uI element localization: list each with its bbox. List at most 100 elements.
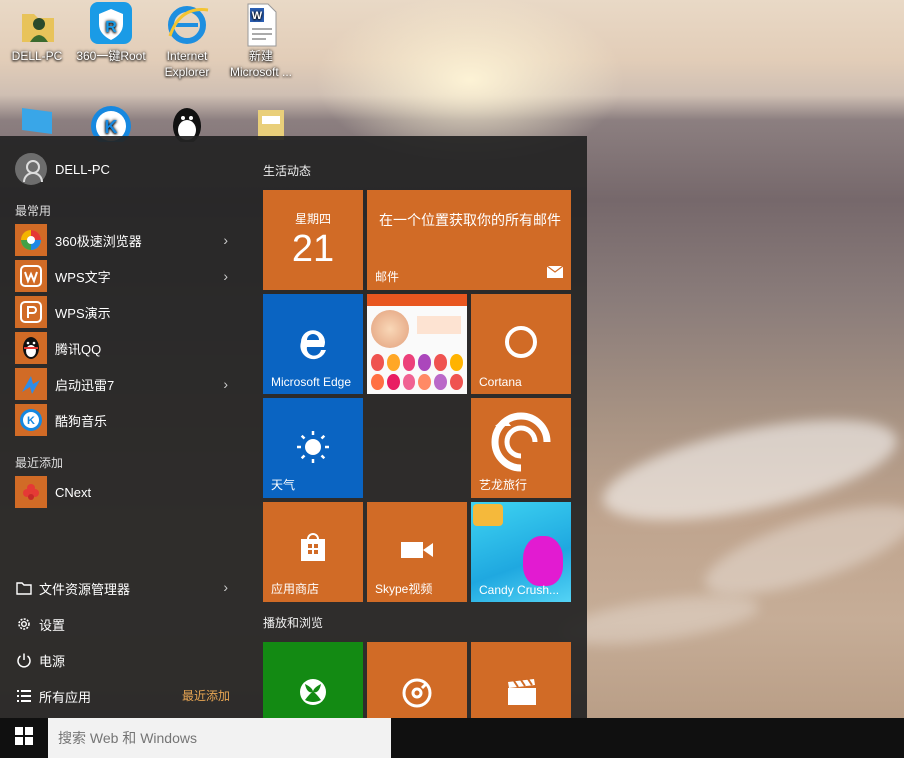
gear-icon: [15, 615, 33, 633]
mail-tile-text: 在一个位置获取你的所有邮件: [379, 212, 561, 228]
chevron-right-icon[interactable]: ›: [223, 232, 228, 248]
tile-label: 天气: [271, 478, 296, 492]
chevron-right-icon[interactable]: ›: [223, 376, 228, 392]
app-item-qq[interactable]: 腾讯QQ: [15, 332, 230, 364]
settings-button[interactable]: 设置: [15, 612, 230, 636]
tile-movies[interactable]: [471, 642, 571, 718]
app-item-360-browser[interactable]: 360极速浏览器 ›: [15, 224, 230, 256]
desktop-icon-label: 新建 Microsoft ...: [229, 49, 292, 79]
app-label: 酷狗音乐: [55, 413, 108, 429]
tile-label: Cortana: [479, 375, 522, 389]
taskbar: [0, 718, 904, 758]
power-button[interactable]: 电源: [15, 648, 230, 672]
chevron-right-icon[interactable]: ›: [223, 579, 228, 595]
gummy-bear-image: [523, 536, 563, 586]
most-used-heading: 最常用: [15, 204, 52, 218]
tile-cortana[interactable]: Cortana: [471, 294, 571, 394]
tile-label: Skype视频: [375, 582, 433, 596]
desktop-icon-360-root[interactable]: R 360一键Root: [74, 0, 148, 64]
tile-music[interactable]: [367, 642, 467, 718]
tile-mail[interactable]: 在一个位置获取你的所有邮件 邮件: [367, 190, 571, 290]
tile-xbox[interactable]: [263, 642, 363, 718]
desktop-icon-label: DELL-PC: [11, 49, 63, 63]
start-menu-left-pane: DELL-PC 最常用 360极速浏览器 › WPS文字 › WPS演示 腾讯Q…: [0, 136, 245, 718]
app-item-wps-writer[interactable]: WPS文字 ›: [15, 260, 230, 292]
chevron-right-icon[interactable]: ›: [223, 268, 228, 284]
wallpaper-wave: [558, 586, 762, 654]
desktop-icon-label: Internet Explorer: [164, 49, 210, 79]
app-item-thunder[interactable]: 启动迅雷7 ›: [15, 368, 230, 400]
tile-label: 应用商店: [271, 582, 320, 596]
svg-text:K: K: [105, 117, 118, 137]
store-bag-icon: [299, 532, 327, 567]
360-browser-icon: [15, 224, 47, 256]
wps-presentation-icon: [15, 296, 47, 328]
file-explorer-button[interactable]: 文件资源管理器 ›: [15, 576, 230, 600]
tile-label: Microsoft Edge: [271, 375, 352, 389]
app-label: WPS演示: [55, 305, 111, 321]
svg-text:W: W: [252, 10, 263, 22]
desktop-icon-word-document[interactable]: W 新建 Microsoft ...: [224, 0, 298, 80]
tile-weather[interactable]: 天气: [263, 398, 363, 498]
folder-icon: [15, 579, 33, 597]
preview-dot: [402, 373, 416, 390]
preview-dot: [450, 354, 463, 371]
desktop-icon-internet-explorer[interactable]: Internet Explorer: [150, 0, 224, 80]
sun-icon: [296, 430, 330, 469]
search-input[interactable]: [58, 730, 378, 746]
start-button[interactable]: [0, 718, 48, 758]
recently-added-heading: 最近添加: [15, 456, 64, 470]
recently-added-link[interactable]: 最近添加: [182, 687, 230, 704]
preview-banner: [417, 316, 461, 334]
tile-group-life: 生活动态: [263, 164, 312, 178]
tile-label: Candy Crush...: [479, 583, 560, 597]
tile-app-preview[interactable]: [367, 294, 467, 394]
app-label: WPS文字: [55, 269, 111, 285]
calendar-day: 21: [291, 228, 335, 270]
preview-flower-image: [371, 310, 409, 348]
preview-dot: [371, 373, 384, 390]
wps-writer-icon: [15, 260, 47, 292]
avatar: [15, 153, 47, 185]
user-account-button[interactable]: DELL-PC: [15, 153, 110, 185]
music-disc-icon: [402, 678, 432, 713]
tile-elong-travel[interactable]: 艺龙旅行: [471, 398, 571, 498]
word-document-icon: W: [238, 2, 284, 48]
power-icon: [15, 651, 33, 669]
preview-icon-grid: [371, 354, 463, 390]
desktop-icon-label: 360一键Root: [76, 49, 146, 63]
settings-label: 设置: [39, 617, 66, 633]
preview-dot: [418, 373, 432, 390]
app-label: CNext: [55, 484, 92, 500]
tile-store[interactable]: 应用商店: [263, 502, 363, 602]
tile-microsoft-edge[interactable]: Microsoft Edge: [263, 294, 363, 394]
calendar-weekday: 星期四: [294, 212, 331, 226]
desktop-icon-dell-pc[interactable]: DELL-PC: [0, 0, 74, 64]
file-explorer-label: 文件资源管理器: [39, 581, 131, 597]
app-item-wps-presentation[interactable]: WPS演示: [15, 296, 230, 328]
preview-dot: [402, 354, 416, 371]
video-camera-icon: [401, 540, 433, 565]
app-label: 腾讯QQ: [55, 341, 102, 357]
dragon-icon: [485, 408, 557, 479]
preview-dot: [434, 373, 448, 390]
root-shield-icon: R: [88, 2, 134, 48]
preview-dot: [418, 354, 432, 371]
cnext-icon: [15, 476, 47, 508]
tile-candy-crush[interactable]: Candy Crush...: [471, 502, 571, 602]
tile-label: 艺龙旅行: [479, 478, 528, 492]
app-item-kugou[interactable]: K 酷狗音乐: [15, 404, 230, 436]
tile-label: 邮件: [375, 270, 400, 284]
tile-calendar[interactable]: 星期四 21: [263, 190, 363, 290]
qq-penguin-icon: [15, 332, 47, 364]
app-label: 启动迅雷7: [55, 377, 115, 393]
power-label: 电源: [39, 653, 66, 669]
kugou-icon: K: [15, 404, 47, 436]
taskbar-search-box[interactable]: [48, 718, 391, 758]
user-name: DELL-PC: [55, 161, 110, 177]
app-item-cnext[interactable]: CNext: [15, 476, 230, 508]
tile-skype-video[interactable]: Skype视频: [367, 502, 467, 602]
xbox-icon: [299, 678, 327, 711]
clapperboard-icon: [507, 678, 537, 711]
all-apps-button[interactable]: 所有应用 最近添加: [15, 684, 230, 708]
